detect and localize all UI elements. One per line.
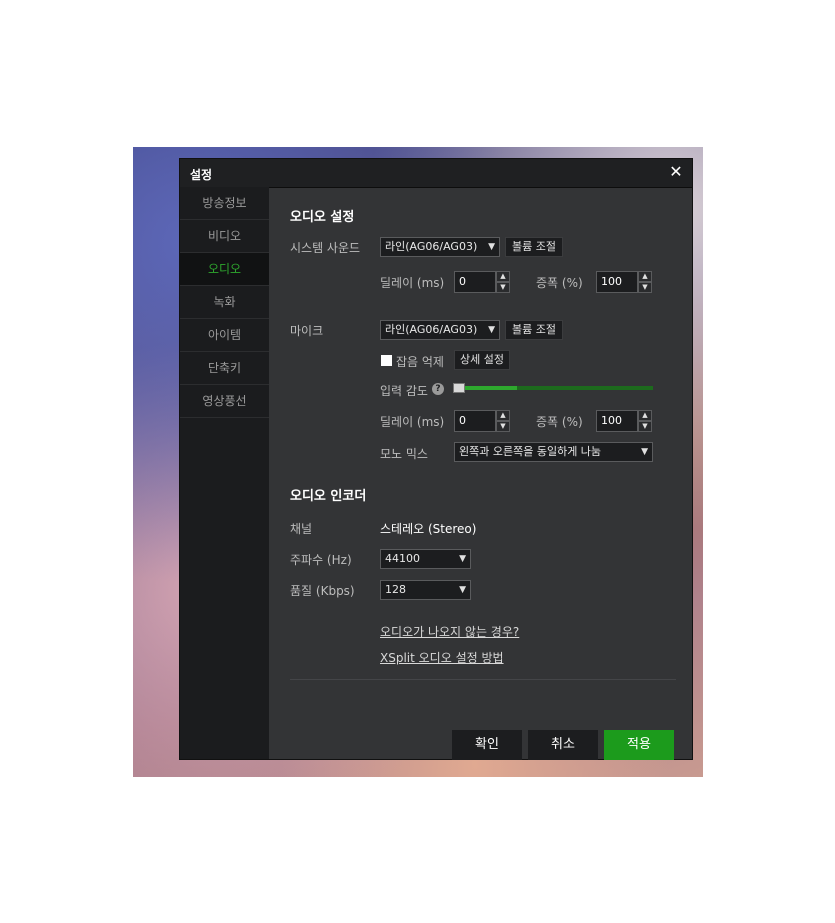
cancel-button[interactable]: 취소	[528, 730, 598, 760]
chevron-down-icon: ▼	[488, 242, 495, 252]
decrement-icon[interactable]: ▼	[638, 282, 652, 293]
quality-label: 품질 (Kbps)	[290, 584, 355, 598]
frequency-label: 주파수 (Hz)	[290, 553, 352, 567]
quality-select[interactable]: 128 ▼	[380, 580, 471, 600]
sidebar-item-audio[interactable]: 오디오	[180, 253, 269, 286]
quality-value: 128	[385, 583, 406, 596]
input-sensitivity-label: 입력 감도	[380, 384, 428, 398]
mono-mix-label: 모노 믹스	[380, 447, 428, 461]
sidebar-item-items[interactable]: 아이템	[180, 319, 269, 352]
system-sound-volume-button[interactable]: 볼륨 조절	[505, 237, 563, 257]
mic-gain-stepper[interactable]: 100 ▲ ▼	[596, 410, 652, 432]
system-sound-gain-stepper[interactable]: 100 ▲ ▼	[596, 271, 652, 293]
increment-icon[interactable]: ▲	[638, 271, 652, 282]
sidebar-item-recording[interactable]: 녹화	[180, 286, 269, 319]
noise-suppression-checkbox[interactable]	[381, 355, 392, 366]
frequency-select[interactable]: 44100 ▼	[380, 549, 471, 569]
increment-icon[interactable]: ▲	[496, 410, 510, 421]
noise-detail-button[interactable]: 상세 설정	[454, 350, 510, 370]
sidebar-item-shortcuts[interactable]: 단축키	[180, 352, 269, 385]
xsplit-audio-guide-link[interactable]: XSplit 오디오 설정 방법	[380, 649, 504, 666]
mic-delay-input[interactable]: 0	[454, 410, 496, 432]
sidebar-item-video[interactable]: 비디오	[180, 220, 269, 253]
divider	[290, 679, 676, 680]
sidebar-item-video-balloon[interactable]: 영상풍선	[180, 385, 269, 418]
system-sound-gain-label: 증폭 (%)	[536, 276, 583, 290]
close-icon[interactable]: ✕	[666, 162, 686, 182]
mic-label: 마이크	[290, 324, 324, 338]
chevron-down-icon: ▼	[488, 325, 495, 335]
mic-delay-label: 딜레이 (ms)	[380, 415, 445, 429]
audio-settings-panel: 오디오 설정 시스템 사운드 라인(AG06/AG03) ▼ 볼륨 조절 딜레이…	[269, 187, 692, 760]
system-sound-device-select[interactable]: 라인(AG06/AG03) ▼	[380, 237, 500, 257]
mono-mix-value: 왼쪽과 오른쪽을 동일하게 나눔	[459, 445, 602, 458]
chevron-down-icon: ▼	[459, 554, 466, 564]
decrement-icon[interactable]: ▼	[496, 282, 510, 293]
apply-button[interactable]: 적용	[604, 730, 674, 760]
mic-device-select[interactable]: 라인(AG06/AG03) ▼	[380, 320, 500, 340]
chevron-down-icon: ▼	[641, 447, 648, 457]
system-sound-delay-input[interactable]: 0	[454, 271, 496, 293]
help-icon[interactable]: ?	[432, 383, 444, 395]
decrement-icon[interactable]: ▼	[638, 421, 652, 432]
mic-gain-label: 증폭 (%)	[536, 415, 583, 429]
decrement-icon[interactable]: ▼	[496, 421, 510, 432]
mic-volume-button[interactable]: 볼륨 조절	[505, 320, 563, 340]
mic-gain-input[interactable]: 100	[596, 410, 638, 432]
increment-icon[interactable]: ▲	[496, 271, 510, 282]
channel-label: 채널	[290, 522, 313, 536]
system-sound-delay-stepper[interactable]: 0 ▲ ▼	[454, 271, 510, 293]
input-sensitivity-slider[interactable]	[453, 386, 653, 390]
title-bar: 설정 ✕	[180, 159, 692, 188]
mic-device-value: 라인(AG06/AG03)	[385, 323, 478, 336]
sidebar: 방송정보 비디오 오디오 녹화 아이템 단축키 영상풍선	[180, 187, 269, 759]
noise-suppression-label: 잡음 억제	[396, 355, 444, 369]
mic-delay-stepper[interactable]: 0 ▲ ▼	[454, 410, 510, 432]
system-sound-device-value: 라인(AG06/AG03)	[385, 240, 478, 253]
frequency-value: 44100	[385, 552, 420, 565]
audio-settings-heading: 오디오 설정	[290, 210, 355, 225]
slider-handle[interactable]	[453, 383, 465, 393]
ok-button[interactable]: 확인	[452, 730, 522, 760]
increment-icon[interactable]: ▲	[638, 410, 652, 421]
system-sound-gain-input[interactable]: 100	[596, 271, 638, 293]
settings-dialog: 설정 ✕ 방송정보 비디오 오디오 녹화 아이템 단축키 영상풍선 오디오 설정…	[179, 158, 693, 760]
dialog-title: 설정	[190, 168, 213, 182]
chevron-down-icon: ▼	[459, 585, 466, 595]
no-audio-help-link[interactable]: 오디오가 나오지 않는 경우?	[380, 623, 519, 640]
system-sound-delay-label: 딜레이 (ms)	[380, 276, 445, 290]
channel-value: 스테레오 (Stereo)	[380, 522, 477, 536]
sidebar-item-broadcast-info[interactable]: 방송정보	[180, 187, 269, 220]
mono-mix-select[interactable]: 왼쪽과 오른쪽을 동일하게 나눔 ▼	[454, 442, 653, 462]
audio-encoder-heading: 오디오 인코더	[290, 489, 367, 504]
system-sound-label: 시스템 사운드	[290, 241, 361, 255]
